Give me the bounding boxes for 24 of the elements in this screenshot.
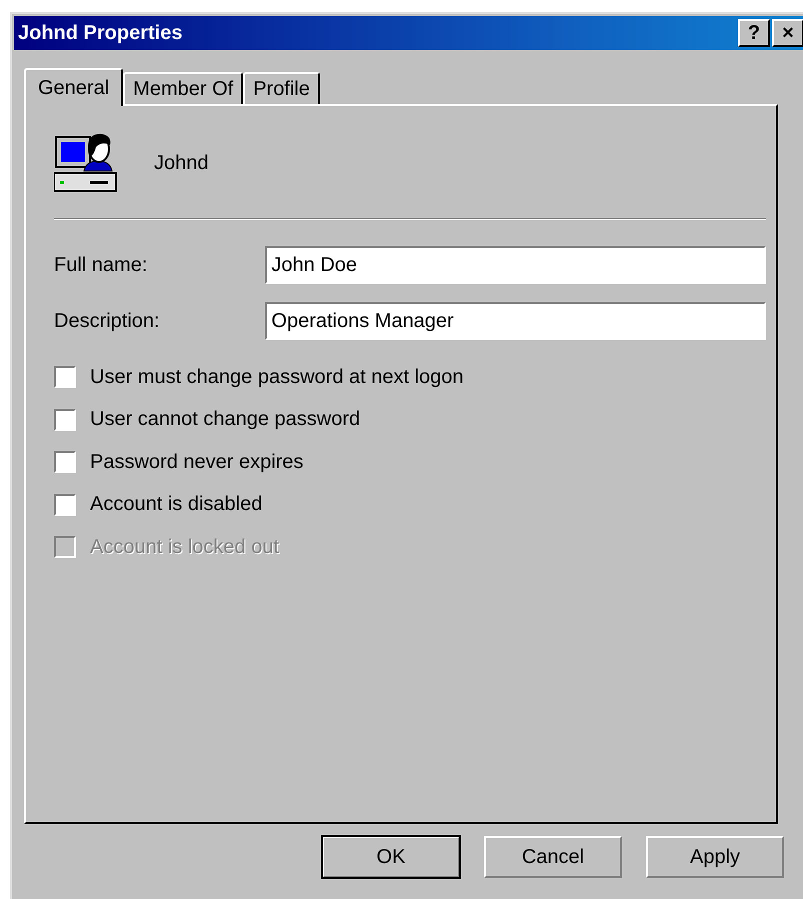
apply-button[interactable]: Apply [646,836,784,878]
cancel-button[interactable]: Cancel [484,836,622,878]
text-field[interactable]: John Doe [265,246,766,284]
tab[interactable]: Member Of [123,72,244,104]
checkbox[interactable] [54,366,76,388]
tab[interactable]: Profile [243,72,320,104]
checkbox[interactable] [54,451,76,474]
ok-button[interactable]: OK [322,836,460,878]
checkbox-label: Account is locked out [90,536,279,559]
tab[interactable]: General [24,68,124,106]
checkbox-label: Password never expires [90,450,304,474]
user-name: Johnd [154,152,208,174]
close-button[interactable]: × [772,19,803,47]
field-label: Full name: [54,254,148,276]
help-button[interactable]: ? [738,19,770,47]
checkbox[interactable] [54,408,76,431]
user-computer-icon [54,131,120,195]
checkbox-label: Account is disabled [90,493,262,516]
text-field[interactable]: Operations Manager [265,302,766,340]
window-title: Johnd Properties [18,22,182,44]
field-label: Description: [54,310,161,332]
checkbox-label: User cannot change password [90,408,360,432]
checkbox-label: User must change password at next logon [90,366,464,389]
checkbox[interactable] [54,494,76,516]
